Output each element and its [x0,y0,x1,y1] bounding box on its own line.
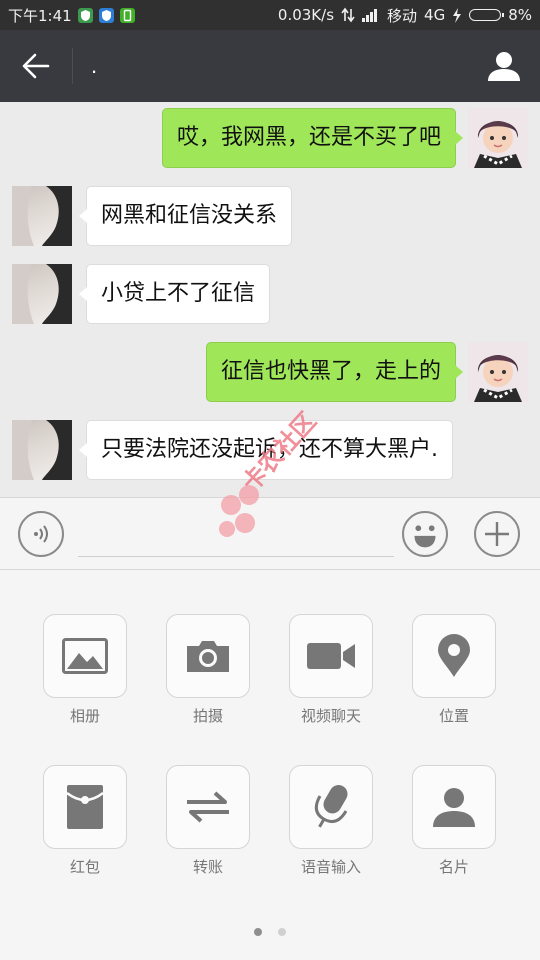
tool-video-box [289,614,373,698]
tools-panel: 相册 拍摄 视频聊天 位置 红包 转账 语音输入 名片 [0,570,540,960]
tool-location-box [412,614,496,698]
data-arrows-icon [341,7,355,23]
status-time: 下午1:41 [8,6,72,25]
message-bubble-received[interactable]: 小贷上不了征信 [78,264,271,324]
my-avatar[interactable] [468,108,528,168]
watermark-logo: 卡农社区 [215,405,335,559]
arrow-left-icon [22,53,50,79]
microphone-icon [314,785,348,828]
tool-gallery[interactable]: 相册 [43,614,127,726]
red-packet-icon [67,785,103,829]
emoji-icon [414,525,436,548]
video-icon [307,643,355,669]
tool-voice-input[interactable]: 语音输入 [289,765,373,877]
tool-contact-card[interactable]: 名片 [412,765,496,877]
message-bubble-sent[interactable]: 哎，我网黑，还是不买了吧 [161,108,464,168]
message-bubble-sent[interactable]: 征信也快黑了，走上的 [205,342,464,402]
message-bubble-received[interactable]: 网黑和征信没关系 [78,186,293,246]
tool-label: 视频聊天 [300,707,361,725]
title-bar: . [0,30,540,102]
charging-icon [453,7,462,23]
person-icon [488,52,520,81]
page-indicator [0,928,540,936]
contact-card-icon [433,788,475,827]
tool-contact-card-box [412,765,496,849]
tool-gallery-box [43,614,127,698]
tool-red-packet-box [43,765,127,849]
page-dot[interactable] [278,928,286,936]
battery-percent: 8% [508,6,532,24]
security-app-icon [98,7,114,23]
shield-app-icon [77,7,93,23]
my-avatar[interactable] [468,342,528,402]
tool-voice-input-box [289,765,373,849]
network-type: 4G [424,6,446,24]
tool-label: 红包 [69,858,100,876]
tool-transfer[interactable]: 转账 [166,765,250,877]
carrier-name: 移动 [387,6,418,25]
signal-icon [362,9,378,22]
tool-label: 转账 [192,858,223,876]
transfer-icon [187,791,229,823]
network-speed: 0.03K/s [277,6,335,24]
location-icon [438,634,470,677]
gallery-icon [62,638,108,674]
contact-avatar[interactable] [12,420,72,480]
tool-transfer-box [166,765,250,849]
phone-app-icon [119,7,135,23]
more-button[interactable] [474,511,520,557]
tool-camera[interactable]: 拍摄 [166,614,250,726]
message-text: 征信也快黑了，走上的 [220,359,441,384]
message-text: 网黑和征信没关系 [101,203,278,228]
message-text: 哎，我网黑，还是不买了吧 [176,125,441,150]
voice-icon [34,525,48,543]
tool-label: 位置 [438,707,469,725]
tool-label: 拍摄 [192,707,223,725]
chat-title: . [91,53,98,78]
tool-label: 语音输入 [300,858,361,876]
chat-info-button[interactable] [468,30,540,102]
camera-icon [187,641,229,672]
message-text: 小贷上不了征信 [101,281,256,306]
tool-video-call[interactable]: 视频聊天 [289,614,373,726]
battery-icon [469,9,505,21]
tool-label: 相册 [69,707,100,725]
contact-avatar[interactable] [12,264,72,324]
status-bar: 下午1:41 0.03K/s 移动 4G 8% [0,0,540,30]
tool-location[interactable]: 位置 [412,614,496,726]
page-dot-active[interactable] [254,928,262,936]
title-divider [72,48,73,84]
tool-red-packet[interactable]: 红包 [43,765,127,877]
tool-camera-box [166,614,250,698]
back-button[interactable] [0,30,72,102]
contact-avatar[interactable] [12,186,72,246]
voice-button[interactable] [18,511,64,557]
tool-label: 名片 [438,858,469,876]
emoji-button[interactable] [402,511,448,557]
plus-icon [485,522,509,546]
watermark-text: 卡农社区 [237,407,322,497]
